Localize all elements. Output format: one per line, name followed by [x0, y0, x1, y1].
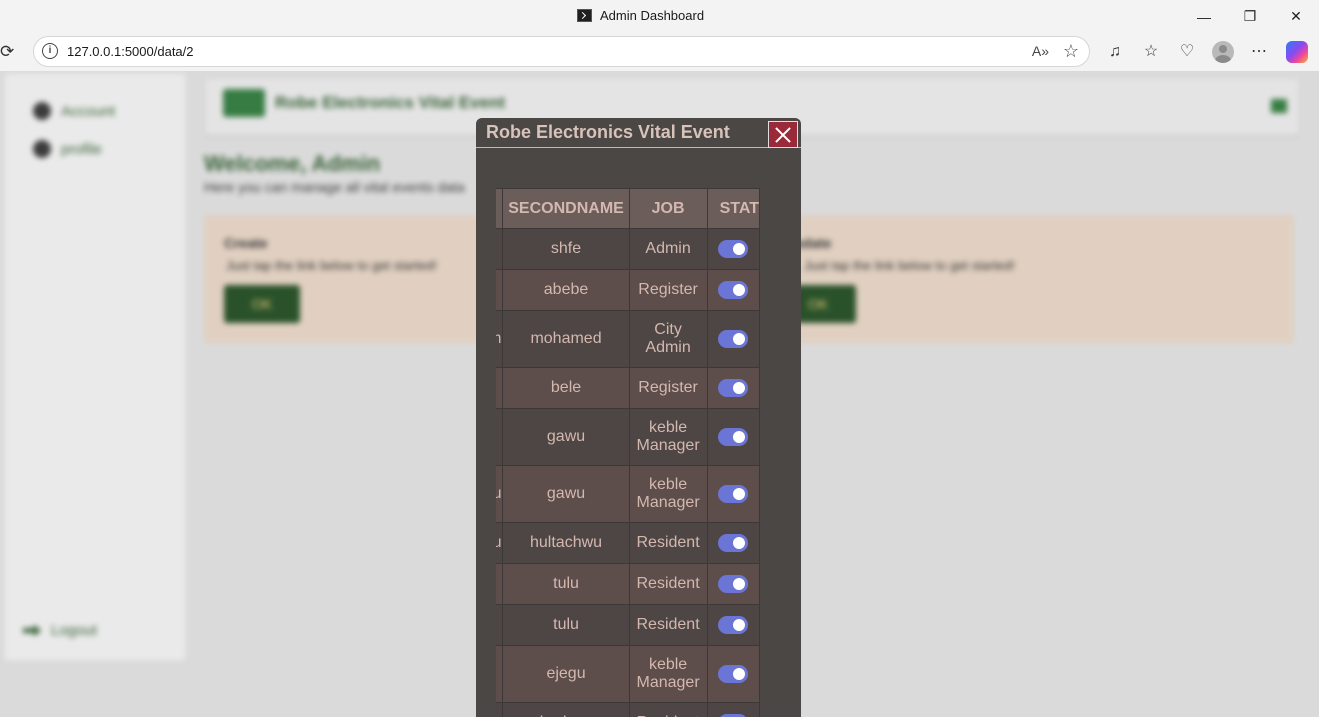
browser-essentials-icon[interactable]: ♡ [1176, 41, 1198, 63]
cell-firstname: u [496, 465, 504, 523]
table-row: bele Register [496, 367, 761, 409]
cell-secondname: tulu [502, 563, 630, 605]
cell-secondname: hultachwu [502, 522, 630, 564]
window-titlebar: Admin Dashboard — ❐ ✕ [0, 0, 1319, 33]
cell-firstname [496, 367, 504, 409]
cell-status [706, 310, 761, 368]
cell-secondname: gawu [502, 465, 630, 523]
cell-job: Admin [628, 228, 708, 270]
read-aloud-icon[interactable]: A» [1032, 43, 1049, 59]
users-table: SECONDNAME JOB STAT shfe Admin abebe Regist… [496, 188, 761, 717]
cell-status [706, 408, 761, 466]
cell-job: Register [628, 367, 708, 409]
table-row: shfe Admin [496, 228, 761, 270]
profile-avatar-icon[interactable] [1212, 41, 1234, 63]
cell-firstname: u [496, 522, 504, 564]
address-bar[interactable]: i 127.0.0.1:5000/data/2 A» ☆ [33, 36, 1090, 67]
cell-secondname: mohamed [502, 310, 630, 368]
cell-job: City Admin [628, 310, 708, 368]
modal-close-button[interactable] [768, 121, 798, 148]
status-toggle[interactable] [717, 239, 748, 258]
cell-job: Register [628, 269, 708, 311]
status-toggle[interactable] [717, 378, 748, 397]
status-toggle[interactable] [717, 615, 748, 634]
column-header-secondname[interactable]: SECONDNAME [502, 188, 630, 229]
cell-job: Resident [628, 522, 708, 564]
favorite-star-icon[interactable]: ☆ [1063, 41, 1079, 62]
window-title: Admin Dashboard [577, 8, 704, 23]
table-row: ejegu keble Manager [496, 645, 761, 703]
cell-secondname: bedasa [502, 702, 630, 717]
table-row: tulu Resident [496, 563, 761, 605]
table-header-row: SECONDNAME JOB STAT [496, 188, 761, 229]
cell-status [706, 645, 761, 703]
cell-status [706, 367, 761, 409]
table-row: bedasaResident [496, 702, 761, 717]
column-header-status[interactable]: STAT [706, 188, 761, 229]
browser-toolbar: ⟳ i 127.0.0.1:5000/data/2 A» ☆ ♫ ☆ ♡ ⋯ [0, 33, 1319, 71]
status-toggle[interactable] [717, 533, 748, 552]
cell-status [706, 522, 761, 564]
restore-button[interactable]: ❐ [1227, 0, 1273, 33]
table-row: gawu keble Manager [496, 408, 761, 466]
table-scroll-area[interactable]: SECONDNAME JOB STAT shfe Admin abebe Regist… [496, 188, 781, 717]
data-modal: Robe Electronics Vital Event SECONDNAME … [476, 118, 801, 717]
cell-firstname [496, 408, 504, 466]
column-header-firstname[interactable] [496, 188, 504, 229]
cell-job: Resident [628, 702, 708, 717]
table-row: mmohamedCity Admin [496, 310, 761, 368]
table-row: tulu Resident [496, 604, 761, 646]
cell-firstname [496, 645, 504, 703]
reload-icon[interactable]: ⟳ [0, 42, 20, 62]
site-info-icon[interactable]: i [42, 43, 58, 59]
cell-status [706, 604, 761, 646]
table-row: ugawukeble Manager [496, 465, 761, 523]
minimize-button[interactable]: — [1181, 0, 1227, 33]
status-toggle[interactable] [717, 427, 748, 446]
cell-firstname [496, 228, 504, 270]
table-body: shfeAdminabebeRegistermmohamedCity Admin… [496, 228, 761, 717]
url-text[interactable]: 127.0.0.1:5000/data/2 [67, 44, 194, 59]
cell-secondname: abebe [502, 269, 630, 311]
modal-title: Robe Electronics Vital Event [486, 122, 730, 142]
cell-firstname [496, 269, 504, 311]
cell-job: Resident [628, 604, 708, 646]
cell-job: Resident [628, 563, 708, 605]
window-title-text: Admin Dashboard [600, 8, 705, 23]
status-toggle[interactable] [717, 329, 748, 348]
cell-job: keble Manager [628, 645, 708, 703]
cell-secondname: ejegu [502, 645, 630, 703]
cell-job: keble Manager [628, 465, 708, 523]
cell-firstname: m [496, 310, 504, 368]
modal-header: Robe Electronics Vital Event [476, 118, 801, 148]
table-row: uhultachwuResident [496, 522, 761, 564]
cell-firstname [496, 702, 504, 717]
column-header-job[interactable]: JOB [628, 188, 708, 229]
cell-firstname [496, 604, 504, 646]
cell-secondname: gawu [502, 408, 630, 466]
favorites-icon[interactable]: ☆ [1140, 41, 1162, 63]
close-window-button[interactable]: ✕ [1273, 0, 1319, 33]
cell-secondname: bele [502, 367, 630, 409]
status-toggle[interactable] [717, 574, 748, 593]
cell-status [706, 269, 761, 311]
more-options-icon[interactable]: ⋯ [1248, 41, 1270, 63]
cell-status [706, 702, 761, 717]
status-toggle[interactable] [717, 280, 748, 299]
table-row: abebe Register [496, 269, 761, 311]
cell-secondname: shfe [502, 228, 630, 270]
cell-status [706, 228, 761, 270]
cell-secondname: tulu [502, 604, 630, 646]
cell-status [706, 563, 761, 605]
cell-job: keble Manager [628, 408, 708, 466]
media-icon[interactable]: ♫ [1104, 41, 1126, 63]
cell-status [706, 465, 761, 523]
copilot-icon[interactable] [1286, 41, 1308, 63]
status-toggle[interactable] [717, 484, 748, 503]
cell-firstname [496, 563, 504, 605]
terminal-icon [577, 9, 592, 22]
status-toggle[interactable] [717, 664, 748, 683]
